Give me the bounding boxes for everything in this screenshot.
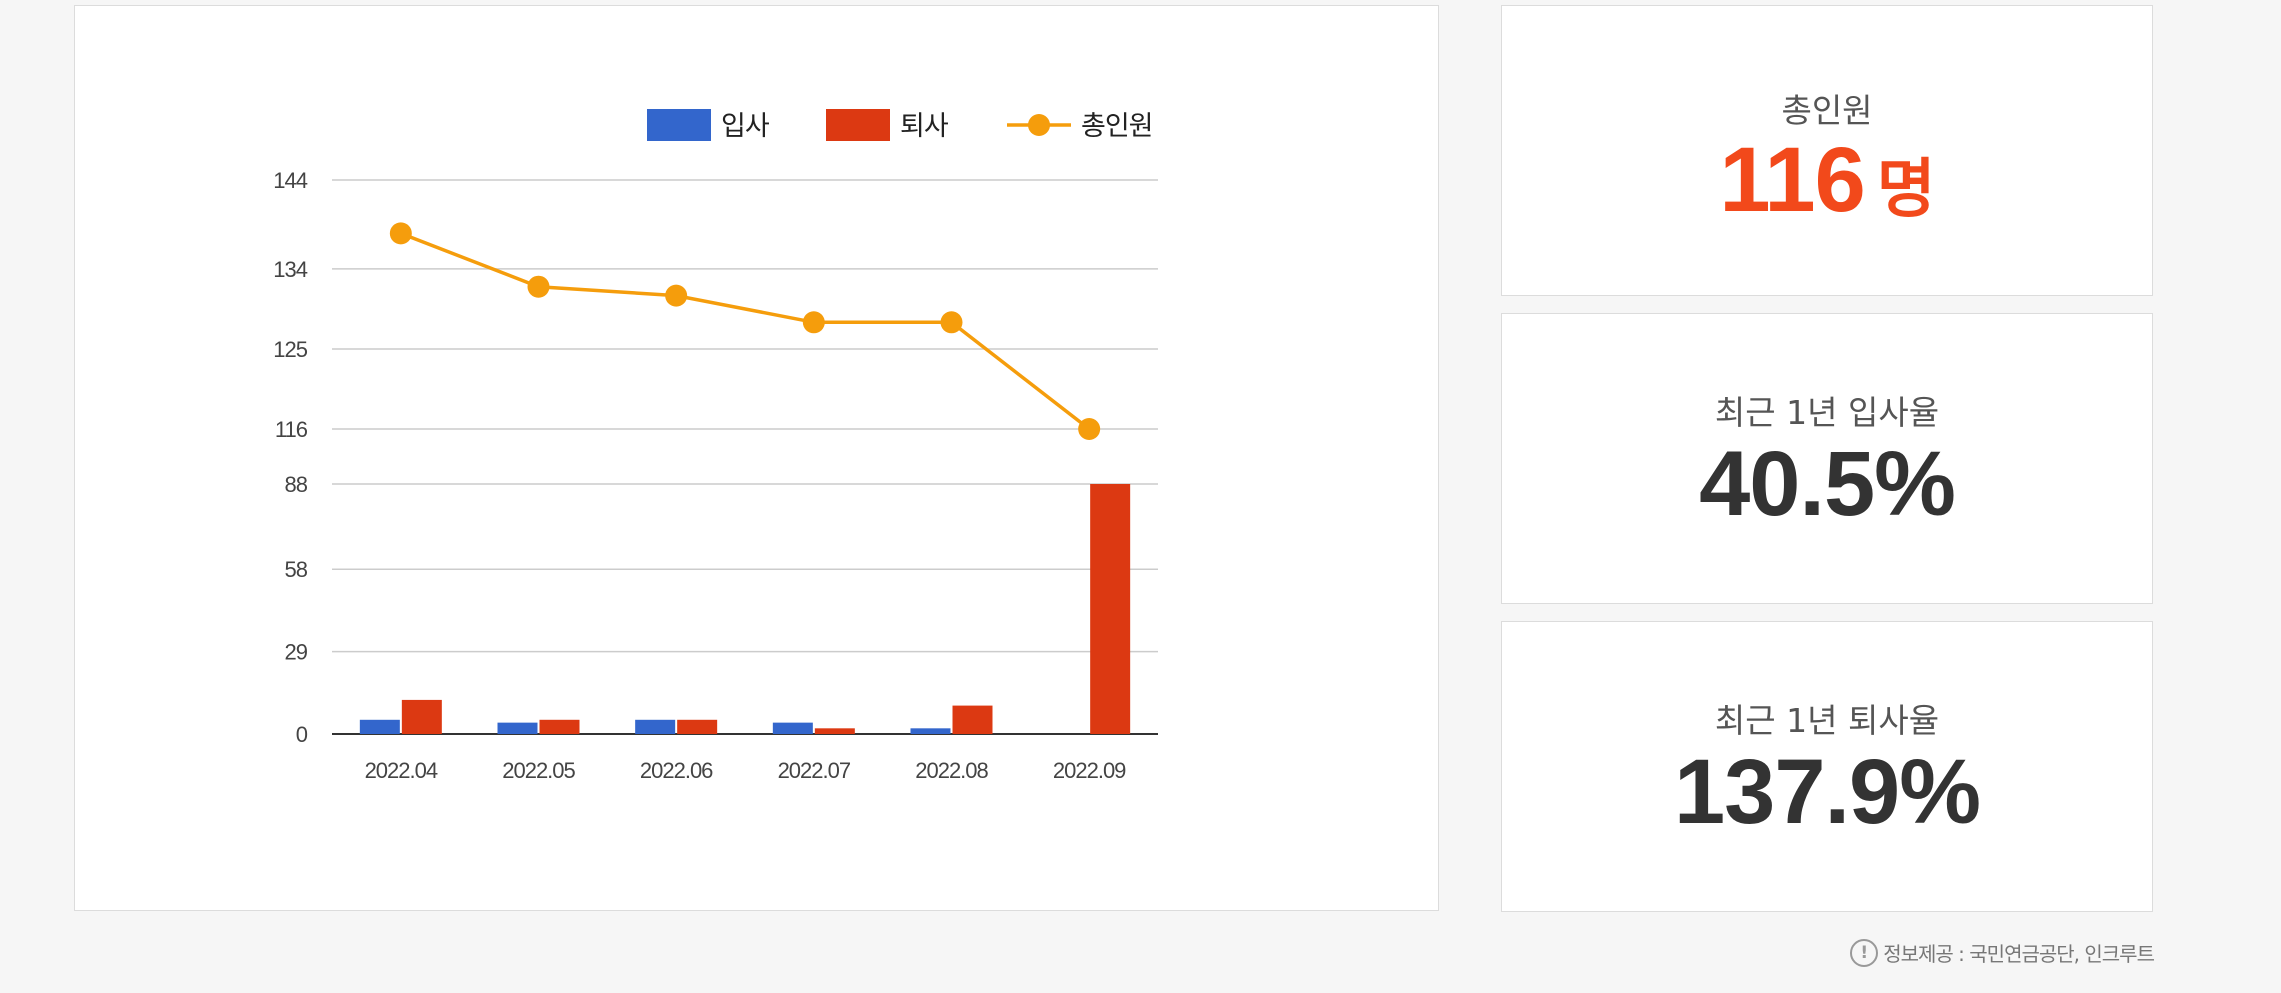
y-tick-label: 116: [275, 417, 308, 442]
y-tick-label: 134: [273, 257, 307, 282]
bar-hire: [497, 722, 538, 734]
bar-hire: [359, 719, 400, 734]
headcount-point: [802, 311, 825, 334]
bar-hire: [635, 719, 676, 734]
bar-leave: [401, 699, 442, 734]
bar-hire: [910, 728, 951, 734]
x-tick-label: 2022.04: [365, 758, 438, 783]
hire-rate-card: 최근 1년 입사율 40.5%: [1501, 313, 2153, 604]
total-headcount-card: 총인원 116 명: [1501, 5, 2153, 296]
stat-value: 40.5%: [1502, 432, 2152, 537]
legend-label: 입사: [721, 111, 770, 142]
stat-label: 최근 1년 퇴사율: [1714, 701, 1940, 740]
x-tick-label: 2022.05: [502, 758, 575, 783]
stat-unit: 명: [1876, 153, 1936, 227]
legend-label: 총인원: [1081, 111, 1153, 142]
headcount-point: [665, 284, 688, 307]
stat-label: 총인원: [1781, 91, 1873, 130]
headcount-point: [389, 222, 412, 245]
stat-label: 최근 1년 입사율: [1714, 393, 1940, 432]
info-icon: !: [1850, 938, 1879, 967]
source-text: 정보제공 : 국민연금공단, 인크루트: [1883, 942, 2155, 966]
headcount-point: [940, 311, 963, 334]
bar-leave: [1090, 484, 1131, 734]
y-tick-label: 0: [296, 722, 308, 747]
y-tick-label: 125: [273, 337, 307, 362]
y-tick-label: 29: [285, 640, 308, 665]
y-tick-label: 88: [285, 472, 308, 497]
source-note: ! 정보제공 : 국민연금공단, 인크루트: [1850, 938, 2155, 967]
headcount-point: [527, 275, 550, 298]
stat-number: 137.9%: [1673, 741, 1981, 843]
x-tick-label: 2022.08: [915, 758, 988, 783]
bar-leave: [677, 719, 718, 734]
y-tick-label: 144: [273, 168, 307, 193]
hiring-chart-card: 116 125 134 144 0 29 58 88 2022.04 2022.05 2022.06…: [74, 5, 1439, 911]
x-tick-label: 2022.07: [778, 758, 851, 783]
stat-value: 116 명: [1502, 128, 2152, 233]
headcount-line: [400, 231, 1091, 431]
stat-value: 137.9%: [1502, 740, 2152, 845]
turnover-rate-card: 최근 1년 퇴사율 137.9%: [1501, 621, 2153, 912]
x-tick-label: 2022.06: [640, 758, 713, 783]
legend-swatch-leave: [826, 109, 890, 141]
bar-leave: [952, 705, 993, 734]
x-tick-label: 2022.09: [1053, 758, 1126, 783]
headcount-point: [1078, 418, 1101, 440]
legend-swatch-hire: [647, 109, 711, 141]
bar-leave: [539, 719, 580, 734]
legend-label: 퇴사: [900, 111, 949, 142]
legend-marker-headcount: [1028, 114, 1050, 136]
y-tick-label: 58: [285, 557, 308, 582]
stat-number: 116: [1719, 129, 1865, 231]
bar-hire: [772, 722, 813, 734]
stat-number: 40.5%: [1699, 433, 1956, 535]
bar-leave: [814, 728, 855, 734]
hiring-chart: 116 125 134 144 0 29 58 88 2022.04 2022.05 2022.06…: [273, 109, 1158, 783]
